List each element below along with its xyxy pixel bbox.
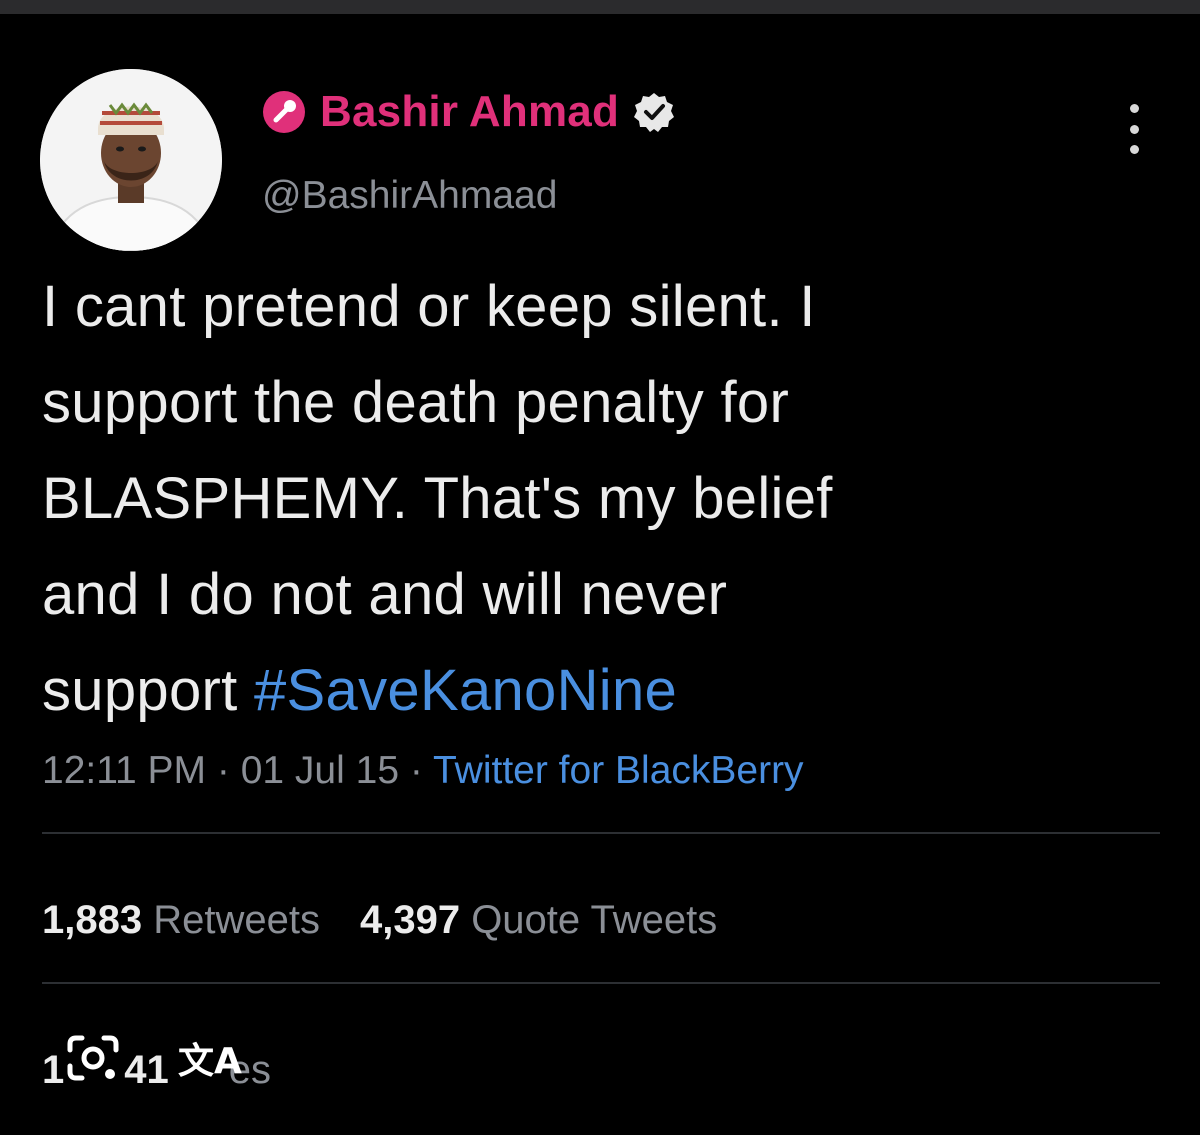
tweet-source-link[interactable]: Twitter for BlackBerry — [433, 749, 804, 792]
avatar-photo — [40, 69, 222, 251]
tweet-meta: 12:11 PM · 01 Jul 15 · Twitter for Black… — [42, 749, 804, 793]
tweet-line: I cant pretend or keep silent. I — [42, 274, 816, 339]
meta-separator: · — [206, 749, 241, 792]
tweet-line: support the death penalty for — [42, 370, 790, 435]
likes-count-partial: 1 — [42, 1048, 65, 1092]
image-overlay-controls: 文A — [66, 1032, 242, 1084]
quote-tweets-count: 4,397 — [359, 898, 461, 942]
engagement-stats: 1,883 Retweets 4,397 Quote Tweets — [42, 898, 717, 943]
display-name[interactable]: Bashir Ahmad — [320, 87, 619, 137]
retweets-stat[interactable]: 1,883 Retweets — [42, 898, 320, 942]
tweet-card: Bashir Ahmad @BashirAhmaad I cant preten… — [0, 14, 1200, 1135]
avatar[interactable] — [40, 69, 222, 251]
tweet-text: I cant pretend or keep silent. I support… — [42, 259, 1162, 739]
divider — [42, 982, 1160, 984]
divider — [42, 832, 1160, 834]
translate-icon[interactable]: 文A — [178, 1032, 242, 1084]
tweet-line: BLASPHEMY. That's my belief — [42, 466, 833, 531]
top-strip — [0, 0, 1200, 14]
tweet-line: and I do not and will never — [42, 562, 728, 627]
verified-badge-icon — [633, 91, 675, 133]
retweets-label: Retweets — [142, 898, 320, 942]
author-handle[interactable]: @BashirAhmaad — [262, 174, 557, 218]
more-vertical-icon[interactable] — [1116, 104, 1152, 154]
hashtag-link[interactable]: #SaveKanoNine — [254, 658, 677, 723]
meta-separator: · — [399, 749, 433, 792]
microphone-badge-icon — [262, 90, 306, 134]
tweet-date[interactable]: 01 Jul 15 — [241, 749, 399, 792]
retweets-count: 1,883 — [42, 898, 143, 942]
author-name-row[interactable]: Bashir Ahmad — [262, 84, 675, 140]
quote-tweets-stat[interactable]: 4,397 Quote Tweets — [360, 898, 717, 942]
google-lens-icon[interactable] — [66, 1034, 120, 1082]
tweet-line-prefix: support — [42, 658, 254, 723]
tweet-line-last: support #SaveKanoNine — [42, 643, 1162, 739]
tweet-time[interactable]: 12:11 PM — [42, 749, 206, 792]
quote-tweets-label: Quote Tweets — [460, 898, 718, 942]
